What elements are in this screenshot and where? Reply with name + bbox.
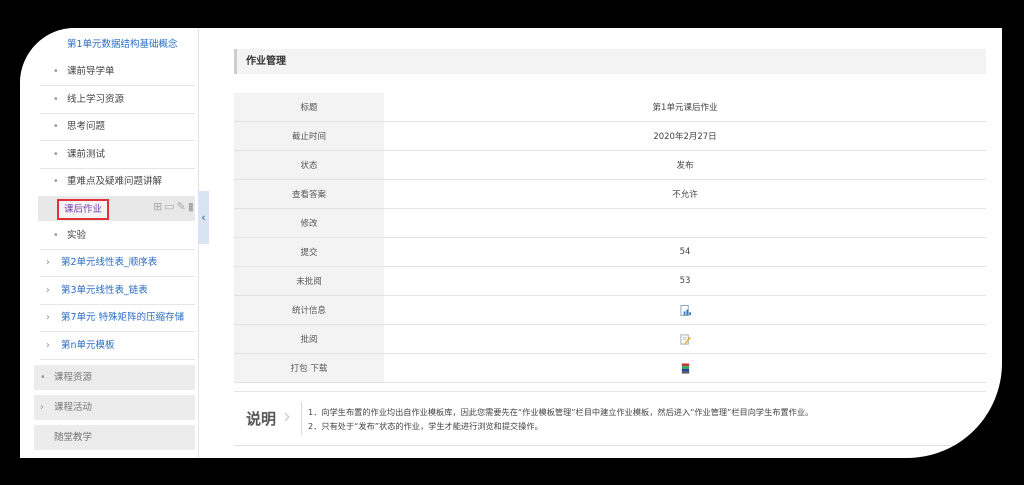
row-key: 查看答案 <box>234 179 384 209</box>
unit-label: 第2单元线性表_顺序表 <box>61 257 158 268</box>
row-key: 提交 <box>234 237 384 267</box>
sidebar-item-questions[interactable]: • 思考问题 <box>20 115 198 139</box>
bullet-icon: • <box>53 121 59 132</box>
row-value: 2020年2月27日 <box>384 121 986 151</box>
row-key: 统计信息 <box>234 295 384 325</box>
sidebar-item-key-points[interactable]: • 重难点及疑难问题讲解 <box>20 170 198 194</box>
bullet-icon: • <box>53 149 59 160</box>
sidebar-section-resources[interactable]: • 课程资源 <box>34 365 195 390</box>
instruction-line-2: 2．只有处于“发布”状态的作业，学生才能进行浏览和提交操作。 <box>308 421 543 431</box>
sidebar-unit-n[interactable]: › 第n单元模板 <box>20 333 198 359</box>
divider <box>40 113 195 114</box>
chevron-right-icon: › <box>46 285 50 296</box>
unit-label: 第n单元模板 <box>61 340 115 351</box>
row-value <box>384 353 986 383</box>
chevron-right-icon: › <box>46 340 50 351</box>
sidebar-item-pre-test[interactable]: • 课前测试 <box>20 143 198 167</box>
divider <box>301 402 302 435</box>
sidebar-item-label: 课前测试 <box>67 149 106 160</box>
homework-info-table: 标题 第1单元课后作业 截止时间 2020年2月27日 状态 发布 查看答案 不… <box>234 93 986 383</box>
row-key: 修改 <box>234 208 384 238</box>
sidebar-item-lab[interactable]: • 实验 <box>20 224 198 248</box>
sidebar-item-homework[interactable]: 课后作业 ⊞▭✎▮ <box>38 196 195 221</box>
table-row: 批阅 <box>234 324 986 354</box>
table-row: 提交 54 <box>234 237 986 267</box>
table-row: 标题 第1单元课后作业 <box>234 93 986 122</box>
sidebar-unit-2[interactable]: › 第2单元线性表_顺序表 <box>20 250 198 276</box>
row-key: 截止时间 <box>234 121 384 151</box>
row-key: 批阅 <box>234 324 384 354</box>
sidebar-collapse-toggle[interactable]: ‹ <box>198 191 209 244</box>
chevron-right-icon: › <box>40 402 44 413</box>
sidebar-unit-1[interactable]: 第1单元数据结构基础概念 <box>67 36 178 50</box>
app-window: 第1单元数据结构基础概念 • 课前导学单 • 线上学习资源 • 思考问题 • 课… <box>20 28 1002 458</box>
submitted-count: 54 <box>384 237 986 267</box>
sidebar-item-label: 课后作业 <box>57 199 110 220</box>
sidebar-item-label: 实验 <box>67 230 87 241</box>
table-row: 状态 发布 <box>234 150 986 180</box>
divider <box>40 276 195 277</box>
table-row: 未批阅 53 <box>234 266 986 296</box>
section-label: 课程活动 <box>54 402 93 413</box>
sidebar: 第1单元数据结构基础概念 • 课前导学单 • 线上学习资源 • 思考问题 • 课… <box>20 28 199 458</box>
divider <box>40 140 195 141</box>
item-tools: ⊞▭✎▮ <box>153 200 196 213</box>
row-key: 标题 <box>234 93 384 122</box>
sidebar-unit-7[interactable]: › 第7单元 特殊矩阵的压缩存储 <box>20 305 198 331</box>
add-icon[interactable]: ⊞ <box>153 200 164 213</box>
monitor-icon[interactable]: ▭ <box>164 200 176 213</box>
row-key: 未批阅 <box>234 266 384 296</box>
pencil-icon[interactable] <box>679 333 691 345</box>
trash-icon[interactable]: ▮ <box>188 200 196 213</box>
sidebar-item-label: 思考问题 <box>67 121 106 132</box>
edit-icon[interactable]: ✎ <box>177 200 188 213</box>
chevron-left-icon: ‹ <box>201 211 206 224</box>
bullet-icon: • <box>53 94 59 105</box>
section-label: 课程资源 <box>54 372 93 383</box>
instruction-line-1: 1．向学生布置的作业均出自作业模板库，因此您需要先在“作业模板管理”栏目中建立作… <box>308 407 814 417</box>
sidebar-section-class-teaching[interactable]: 随堂教学 <box>34 425 195 450</box>
sidebar-item-online-resources[interactable]: • 线上学习资源 <box>20 88 198 112</box>
row-value <box>384 324 986 354</box>
chart-icon[interactable] <box>679 304 691 316</box>
row-key: 状态 <box>234 150 384 180</box>
row-value <box>384 295 986 325</box>
table-row: 统计信息 <box>234 295 986 325</box>
bullet-icon: • <box>40 372 46 383</box>
row-value <box>384 208 986 238</box>
archive-icon[interactable] <box>680 362 691 374</box>
divider <box>40 331 195 332</box>
table-row: 查看答案 不允许 <box>234 179 986 209</box>
sidebar-section-activities[interactable]: › 课程活动 <box>34 395 195 420</box>
ungraded-count: 53 <box>384 266 986 296</box>
sidebar-item-pre-guide[interactable]: • 课前导学单 <box>20 60 198 84</box>
sidebar-unit-3[interactable]: › 第3单元线性表_链表 <box>20 278 198 304</box>
row-key: 打包 下载 <box>234 353 384 383</box>
bullet-icon: • <box>53 230 59 241</box>
divider <box>40 168 195 169</box>
chevron-right-icon: › <box>46 257 50 268</box>
sidebar-item-label: 课前导学单 <box>67 66 115 77</box>
divider <box>40 359 195 360</box>
sidebar-item-label: 重难点及疑难问题讲解 <box>67 176 163 187</box>
status-value[interactable]: 发布 <box>384 150 986 180</box>
section-label: 随堂教学 <box>54 432 93 443</box>
instructions-box: 说明 › 1．向学生布置的作业均出自作业模板库，因此您需要先在“作业模板管理”栏… <box>234 391 986 446</box>
unit-label: 第3单元线性表_链表 <box>61 285 148 296</box>
answer-visibility-value[interactable]: 不允许 <box>384 179 986 209</box>
row-value: 第1单元课后作业 <box>384 93 986 122</box>
table-row: 截止时间 2020年2月27日 <box>234 121 986 151</box>
page-title: 作业管理 <box>234 49 986 74</box>
bullet-icon: • <box>53 66 59 77</box>
table-row: 修改 <box>234 208 986 238</box>
divider <box>40 85 195 86</box>
chevron-right-icon: › <box>283 404 291 428</box>
instructions-title: 说明 <box>246 410 277 428</box>
table-row: 打包 下载 <box>234 353 986 383</box>
sidebar-item-label: 线上学习资源 <box>67 94 125 105</box>
unit-label: 第7单元 特殊矩阵的压缩存储 <box>61 312 185 323</box>
bullet-icon: • <box>53 176 59 187</box>
chevron-right-icon: › <box>46 312 50 323</box>
